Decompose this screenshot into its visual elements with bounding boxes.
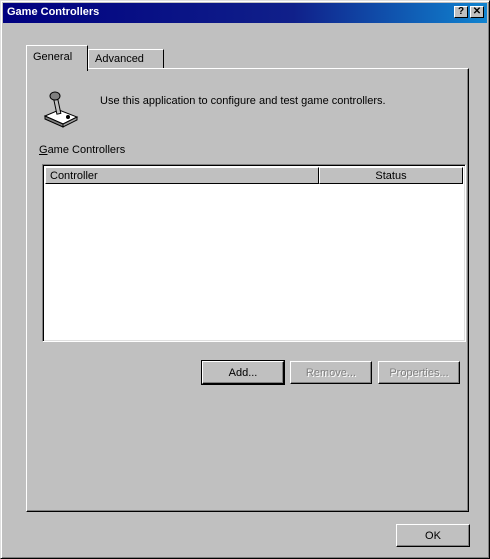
label-rest: ame Controllers <box>47 144 126 156</box>
window-title: Game Controllers <box>7 6 100 18</box>
game-controllers-label: Game Controllers <box>39 144 125 156</box>
game-controllers-window: Game Controllers ? ✕ General Advanced Us… <box>0 0 490 559</box>
description-text: Use this application to configure and te… <box>100 95 386 107</box>
column-header-status[interactable]: Status <box>319 167 463 184</box>
help-button[interactable]: ? <box>454 6 468 18</box>
list-header: Controller Status <box>45 167 463 184</box>
joystick-icon <box>43 91 79 128</box>
ok-button-label: OK <box>425 529 441 542</box>
remove-button-label: Remove... <box>305 366 357 379</box>
column-header-controller[interactable]: Controller <box>45 167 319 184</box>
remove-button: Remove... <box>290 361 372 384</box>
add-button-label: Add... <box>228 366 258 379</box>
properties-button: Properties... <box>378 361 460 384</box>
mnemonic-letter: G <box>39 144 48 156</box>
title-bar[interactable]: Game Controllers ? ✕ <box>3 3 487 23</box>
controllers-list[interactable]: Controller Status <box>42 164 466 342</box>
add-button[interactable]: Add... <box>201 360 285 385</box>
tab-advanced[interactable]: Advanced <box>88 49 164 69</box>
close-icon: ✕ <box>472 6 482 17</box>
close-button[interactable]: ✕ <box>470 6 484 18</box>
tab-general[interactable]: General <box>26 45 88 71</box>
properties-button-label: Properties... <box>389 366 449 379</box>
general-tab-panel: Use this application to configure and te… <box>26 68 469 512</box>
help-icon: ? <box>457 6 465 17</box>
ok-button[interactable]: OK <box>396 524 470 547</box>
